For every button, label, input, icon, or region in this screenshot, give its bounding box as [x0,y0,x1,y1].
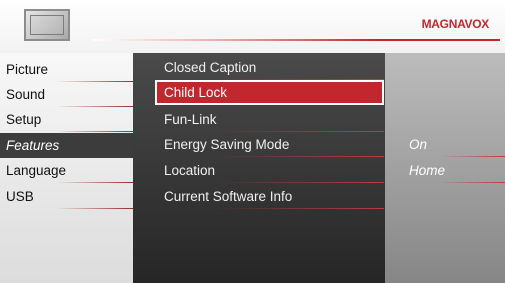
tv-settings-screen: MAGNAVOX Picture Sound Setup Features La… [0,0,505,283]
energy-saving-mode-value: On [400,132,505,157]
submenu-item-location[interactable]: Location [155,158,384,183]
menu-item-setup[interactable]: Setup [0,107,133,132]
main-menu: Picture Sound Setup Features Language US… [0,53,133,283]
brand-logo: MAGNAVOX [421,17,490,31]
menu-item-sound[interactable]: Sound [0,82,133,107]
location-value: Home [400,158,505,183]
menu-item-language[interactable]: Language [0,158,133,183]
header-divider [92,39,500,41]
submenu-item-energy-saving-mode[interactable]: Energy Saving Mode [155,132,384,157]
tv-icon [24,9,70,41]
submenu-item-fun-link[interactable]: Fun-Link [155,107,384,132]
submenu-item-current-software-info[interactable]: Current Software Info [155,184,384,209]
submenu-item-child-lock[interactable]: Child Lock [155,80,384,105]
submenu-item-closed-caption[interactable]: Closed Caption [155,55,384,80]
menu-item-features[interactable]: Features [0,133,133,158]
menu-item-usb[interactable]: USB [0,184,133,209]
menu-header: MAGNAVOX [0,0,505,53]
values-panel: On Home [385,53,505,283]
features-submenu: Closed Caption Child Lock Fun-Link Energ… [133,53,385,283]
menu-item-picture[interactable]: Picture [0,57,133,82]
